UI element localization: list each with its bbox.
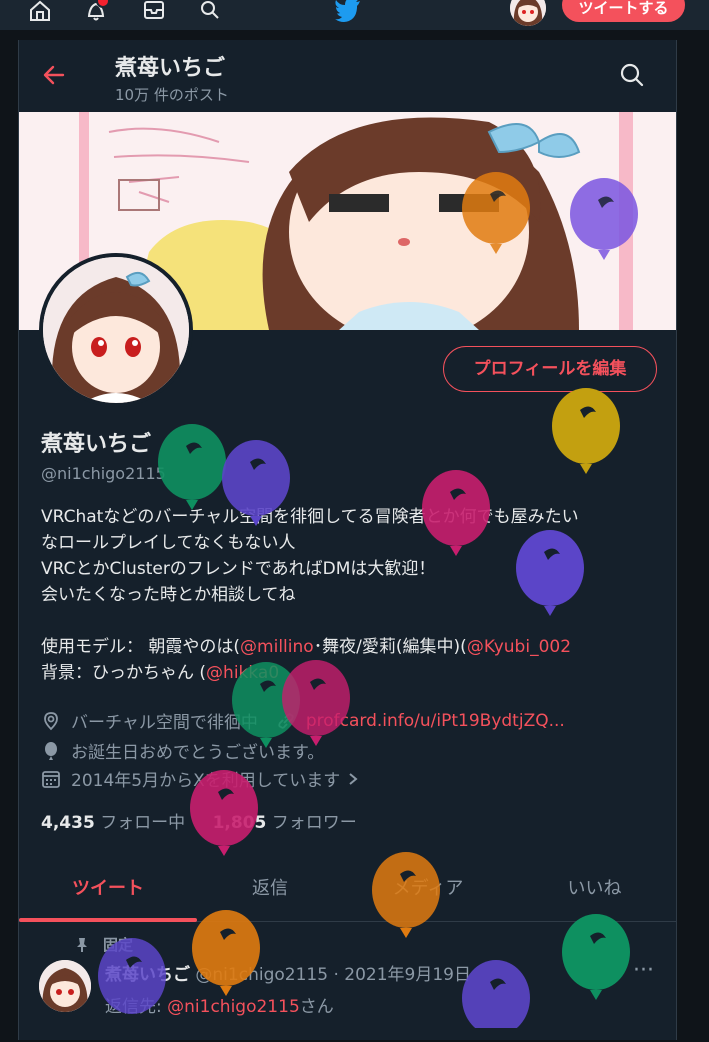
bio-model-mid: ･舞夜/愛莉(編集中)( — [313, 637, 467, 657]
tab-likes[interactable]: いいね — [513, 860, 676, 922]
tab-tweets[interactable]: ツイート — [19, 860, 197, 922]
back-arrow-icon[interactable] — [41, 62, 67, 88]
mention-link[interactable]: @millino — [240, 637, 314, 657]
search-icon[interactable] — [619, 62, 645, 88]
profile-tabs: ツイート 返信 メディア いいね — [19, 860, 676, 922]
location-icon — [44, 711, 58, 730]
profile-avatar[interactable] — [39, 253, 193, 407]
following-stat[interactable]: 4,435 フォロー中 — [41, 813, 185, 833]
balloon-decoration — [222, 440, 290, 526]
pin-icon — [77, 937, 87, 952]
balloon-decoration — [422, 470, 490, 556]
profile-header: 煮苺いちご 10万 件のポスト — [19, 40, 676, 112]
following-label: フォロー中 — [100, 813, 186, 833]
home-icon[interactable] — [28, 0, 52, 22]
post-count: 10万 件のポスト — [115, 86, 229, 104]
profile-name: 煮苺いちご — [41, 432, 152, 457]
balloon-decoration — [516, 530, 584, 616]
header-title: 煮苺いちご — [115, 56, 226, 81]
balloon-decoration — [372, 852, 440, 938]
balloon-decoration — [552, 388, 620, 474]
bio-model-prefix: 使用モデル： 朝霞やのは( — [41, 637, 241, 657]
bio-line: VRChatなどのバーチャル空間を徘徊してる冒険者とか何でも屋みたい — [41, 507, 579, 527]
bio-line: 会いたくなった時とか相談してね — [41, 585, 296, 605]
top-navigation-bar: ツイートする — [0, 0, 709, 30]
calendar-icon — [42, 770, 60, 788]
twitter-logo[interactable] — [334, 0, 362, 22]
mention-link[interactable]: @Kyubi_002 — [467, 637, 571, 657]
tweet-button[interactable]: ツイートする — [562, 0, 685, 22]
balloon-decoration — [282, 660, 350, 746]
edit-profile-button[interactable]: プロフィールを編集 — [443, 346, 657, 392]
tweet-author-avatar[interactable] — [39, 960, 91, 1012]
messages-icon[interactable] — [142, 0, 166, 22]
following-count: 4,435 — [41, 813, 95, 833]
balloon-decoration — [570, 178, 638, 260]
balloon-decoration — [462, 172, 530, 254]
followers-label: フォロワー — [271, 813, 357, 833]
balloon-decoration — [190, 770, 258, 856]
profile-handle: @ni1chigo2115 — [41, 464, 166, 483]
search-icon[interactable] — [198, 0, 222, 22]
chevron-right-icon[interactable] — [346, 771, 360, 787]
bio-bg-prefix: 背景：ひっかちゃん ( — [41, 663, 207, 683]
reply-suffix: さん — [299, 997, 334, 1017]
separator: · — [333, 965, 339, 985]
more-options-icon[interactable]: ··· — [633, 958, 654, 983]
bio-line: VRCとかClusterのフレンドであればDMは大歓迎！ — [41, 559, 436, 579]
balloon-decoration — [98, 938, 166, 1014]
balloon-decoration — [192, 910, 260, 996]
balloon-icon — [45, 741, 57, 760]
balloon-decoration — [462, 960, 530, 1028]
tweet-date[interactable]: 2021年9月19日 — [344, 965, 471, 985]
bio-line: なロールプレイしてなくもない人 — [41, 533, 296, 553]
balloon-decoration — [562, 914, 630, 1000]
balloon-decoration — [158, 424, 226, 510]
account-avatar[interactable] — [510, 0, 546, 26]
